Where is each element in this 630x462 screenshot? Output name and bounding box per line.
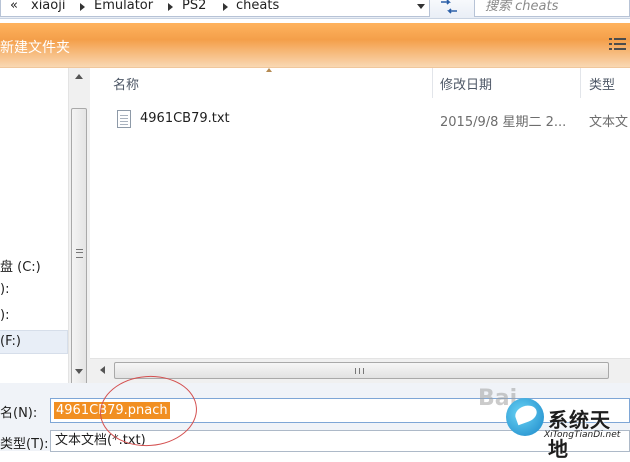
breadcrumb-xiaoji[interactable]: xiaoji	[31, 0, 65, 13]
nav-scrollbar[interactable]	[68, 68, 90, 388]
toolbar: 新建文件夹	[0, 23, 630, 68]
file-type: 文本文	[589, 115, 629, 130]
column-header-date[interactable]: 修改日期	[440, 74, 492, 93]
address-bar: « xiaoji Emulator PS2 cheats 搜索 cheats	[0, 0, 630, 19]
text-file-icon	[117, 110, 131, 128]
search-input[interactable]: 搜索 cheats	[474, 0, 630, 17]
nav-item-drive-c[interactable]: 盘 (C:)	[0, 256, 41, 275]
column-divider[interactable]	[432, 68, 433, 98]
breadcrumb-emulator[interactable]: Emulator	[94, 0, 153, 13]
grip-icon	[76, 249, 83, 258]
nav-item-drive-e[interactable]: ):	[0, 308, 9, 323]
nav-scrollbar-thumb[interactable]	[71, 108, 87, 388]
scroll-down-icon[interactable]	[75, 369, 83, 374]
save-form: 名(N): 4961CB79.pnach 类型(T): 文本文档(*.txt)	[0, 383, 630, 452]
chevron-right-icon[interactable]	[168, 3, 173, 11]
column-header-name[interactable]: 名称	[113, 74, 139, 93]
nav-item-drive-f[interactable]: (F:)	[0, 334, 21, 349]
filename-label: 名(N):	[0, 406, 38, 421]
file-list-hscrollbar[interactable]	[90, 358, 630, 383]
view-options-icon[interactable]	[609, 37, 626, 51]
address-dropdown-icon[interactable]	[417, 4, 425, 9]
filetype-select[interactable]: 文本文档(*.txt)	[50, 430, 630, 452]
breadcrumb-cheats[interactable]: cheats	[236, 0, 279, 13]
breadcrumb[interactable]: « xiaoji Emulator PS2 cheats	[0, 0, 430, 17]
grip-icon	[355, 368, 364, 374]
file-modified-date: 2015/9/8 星期二 2...	[440, 115, 567, 130]
scroll-up-icon[interactable]	[75, 74, 83, 79]
nav-item-drive-d[interactable]: ):	[0, 282, 9, 297]
file-name[interactable]: 4961CB79.txt	[140, 111, 230, 126]
chevron-right-icon[interactable]	[223, 3, 228, 11]
breadcrumb-overflow-icon[interactable]: «	[10, 0, 18, 13]
filetype-label: 类型(T):	[0, 437, 49, 452]
sort-ascending-icon	[266, 68, 272, 72]
filename-selected-text[interactable]: 4961CB79.pnach	[54, 402, 170, 419]
column-header-type[interactable]: 类型	[589, 74, 615, 93]
refresh-icon[interactable]	[438, 0, 462, 15]
column-divider[interactable]	[580, 68, 581, 98]
new-folder-button[interactable]: 新建文件夹	[0, 37, 70, 57]
filename-input[interactable]: 4961CB79.pnach	[50, 398, 630, 423]
scroll-left-icon[interactable]	[100, 366, 105, 374]
breadcrumb-ps2[interactable]: PS2	[182, 0, 206, 13]
chevron-right-icon[interactable]	[80, 3, 85, 11]
hscrollbar-thumb[interactable]	[114, 362, 609, 379]
file-list: 名称 修改日期 类型 4961CB79.txt 2015/9/8 星期二 2..…	[90, 68, 630, 358]
